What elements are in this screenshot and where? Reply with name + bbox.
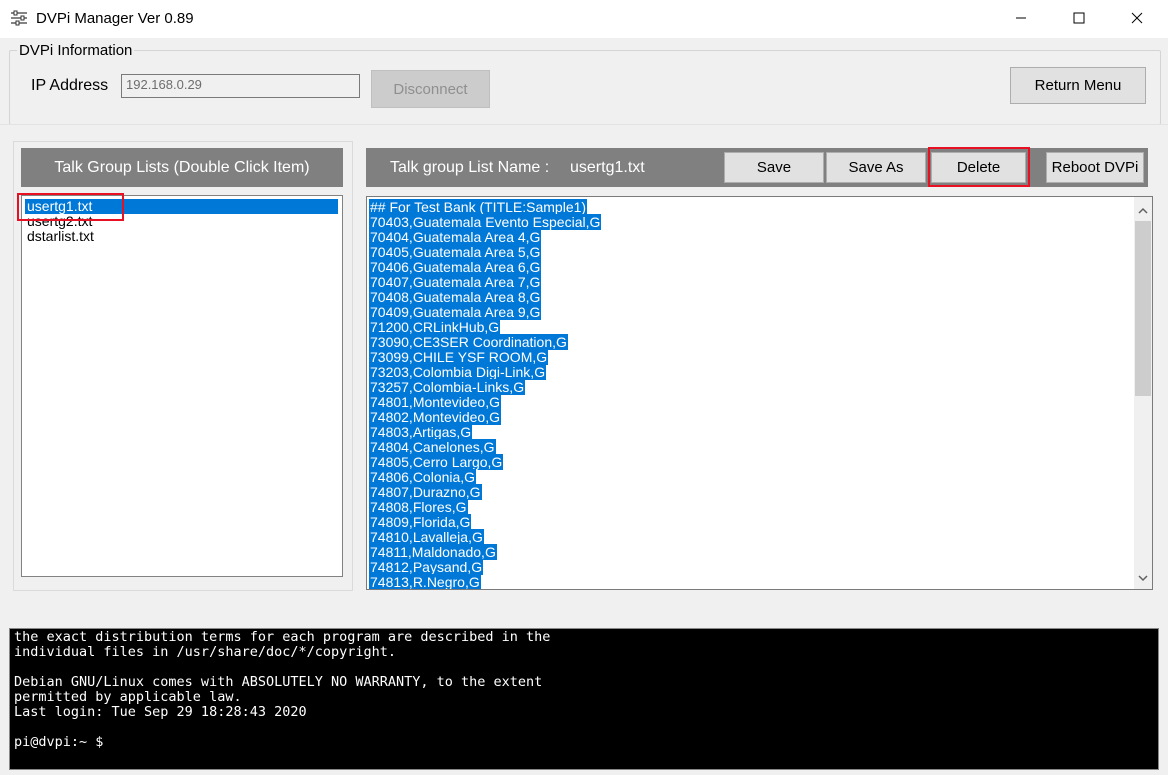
terminal-line: Last login: Tue Sep 29 18:28:43 2020 bbox=[14, 704, 307, 720]
list-name-label: Talk group List Name : bbox=[390, 159, 550, 176]
maximize-icon bbox=[1073, 11, 1085, 28]
disconnect-button[interactable]: Disconnect bbox=[371, 70, 490, 108]
delete-button[interactable]: Delete bbox=[931, 152, 1026, 183]
editor-line: 74810,Lavalleja,G bbox=[369, 529, 601, 545]
editor-line-text: 70404,Guatemala Area 4,G bbox=[369, 229, 542, 245]
dvpi-information-legend: DVPi Information bbox=[17, 42, 135, 59]
divider bbox=[0, 124, 1168, 125]
chevron-down-icon bbox=[1138, 569, 1148, 586]
editor-lines: ## For Test Bank (TITLE:Sample1) 70403,Gu… bbox=[369, 199, 602, 590]
editor-line: 70409,Guatemala Area 9,G bbox=[369, 304, 601, 320]
title-bar: DVPi Manager Ver 0.89 bbox=[0, 0, 1168, 38]
talk-group-file-list[interactable]: usertg1.txt usertg2.txt dstarlist.txt bbox=[21, 195, 343, 577]
editor-line-text: 74809,Florida,G bbox=[369, 514, 472, 530]
editor-line: 74802,Montevideo,G bbox=[369, 409, 601, 425]
terminal-line: individual files in /usr/share/doc/*/cop… bbox=[14, 644, 397, 660]
editor-line: 74813,R.Negro,G bbox=[369, 574, 601, 590]
editor-line: 70406,Guatemala Area 6,G bbox=[369, 259, 601, 275]
editor-line-text: 70403,Guatemala Evento Especial,G bbox=[369, 214, 602, 230]
terminal-line: pi@dvpi:~ $ bbox=[14, 734, 104, 750]
editor-line: 71200,CRLinkHub,G bbox=[369, 319, 601, 335]
editor-line: 74806,Colonia,G bbox=[369, 469, 601, 485]
editor-line-text: 71200,CRLinkHub,G bbox=[369, 319, 501, 335]
talk-group-lists-header: Talk Group Lists (Double Click Item) bbox=[21, 148, 343, 187]
editor-line-text: 70408,Guatemala Area 8,G bbox=[369, 289, 542, 305]
editor-line-text: 74808,Flores,G bbox=[369, 499, 468, 515]
ip-address-field[interactable]: 192.168.0.29 bbox=[121, 74, 360, 98]
editor-line-text: 74806,Colonia,G bbox=[369, 469, 477, 485]
editor-line: 74804,Canelones,G bbox=[369, 439, 601, 455]
editor-line-text: 73203,Colombia Digi-Link,G bbox=[369, 364, 547, 380]
editor-line-text: 73090,CE3SER Coordination,G bbox=[369, 334, 568, 350]
vertical-scrollbar[interactable] bbox=[1134, 197, 1152, 589]
editor-line: 70404,Guatemala Area 4,G bbox=[369, 229, 601, 245]
window-title: DVPi Manager Ver 0.89 bbox=[36, 10, 194, 27]
list-item[interactable]: usertg2.txt bbox=[25, 214, 94, 229]
editor-line-text: 70405,Guatemala Area 5,G bbox=[369, 244, 542, 260]
editor-line: 70403,Guatemala Evento Especial,G bbox=[369, 214, 602, 230]
editor-line: ## For Test Bank (TITLE:Sample1) bbox=[369, 199, 601, 215]
editor-line: 74803,Artigas,G bbox=[369, 424, 601, 440]
list-name-value: usertg1.txt bbox=[570, 159, 645, 176]
editor-line: 73203,Colombia Digi-Link,G bbox=[369, 364, 601, 380]
talk-group-text-editor[interactable]: ## For Test Bank (TITLE:Sample1) 70403,Gu… bbox=[366, 196, 1153, 590]
editor-line: 74812,Paysand,G bbox=[369, 559, 601, 575]
editor-line-text: 74802,Montevideo,G bbox=[369, 409, 501, 425]
list-item[interactable]: dstarlist.txt bbox=[25, 229, 96, 244]
editor-line: 70407,Guatemala Area 7,G bbox=[369, 274, 601, 290]
terminal-line: the exact distribution terms for each pr… bbox=[14, 629, 551, 645]
save-button[interactable]: Save bbox=[724, 152, 824, 183]
close-button[interactable] bbox=[1108, 0, 1166, 38]
editor-line: 74807,Durazno,G bbox=[369, 484, 601, 500]
minimize-button[interactable] bbox=[992, 0, 1050, 38]
editor-line-text: ## For Test Bank (TITLE:Sample1) bbox=[369, 199, 588, 215]
reboot-dvpi-button[interactable]: Reboot DVPi bbox=[1046, 152, 1144, 183]
editor-line-text: 74811,Maldonado,G bbox=[369, 544, 497, 560]
editor-line-text: 70407,Guatemala Area 7,G bbox=[369, 274, 542, 290]
editor-line: 74809,Florida,G bbox=[369, 514, 601, 530]
editor-line: 70408,Guatemala Area 8,G bbox=[369, 289, 601, 305]
editor-line: 74805,Cerro Largo,G bbox=[369, 454, 601, 470]
scroll-up-button[interactable] bbox=[1134, 201, 1152, 217]
editor-line-text: 74807,Durazno,G bbox=[369, 484, 482, 500]
editor-line-text: 74813,R.Negro,G bbox=[369, 574, 481, 590]
editor-line-text: 73257,Colombia-Links,G bbox=[369, 379, 526, 395]
ssh-terminal[interactable]: the exact distribution terms for each pr… bbox=[9, 628, 1159, 770]
maximize-button[interactable] bbox=[1050, 0, 1108, 38]
editor-line-text: 70406,Guatemala Area 6,G bbox=[369, 259, 542, 275]
editor-line: 74811,Maldonado,G bbox=[369, 544, 601, 560]
editor-line: 74801,Montevideo,G bbox=[369, 394, 601, 410]
sliders-icon bbox=[10, 10, 28, 30]
editor-line: 73099,CHILE YSF ROOM,G bbox=[369, 349, 601, 365]
editor-line-text: 70409,Guatemala Area 9,G bbox=[369, 304, 542, 320]
scroll-thumb[interactable] bbox=[1135, 221, 1151, 396]
list-item[interactable]: usertg1.txt bbox=[25, 199, 338, 214]
terminal-line: Debian GNU/Linux comes with ABSOLUTELY N… bbox=[14, 674, 543, 690]
save-as-button[interactable]: Save As bbox=[826, 152, 926, 183]
terminal-line: permitted by applicable law. bbox=[14, 689, 242, 705]
editor-line-text: 74812,Paysand,G bbox=[369, 559, 484, 575]
editor-line-text: 74810,Lavalleja,G bbox=[369, 529, 484, 545]
editor-line: 70405,Guatemala Area 5,G bbox=[369, 244, 601, 260]
editor-line-text: 74805,Cerro Largo,G bbox=[369, 454, 504, 470]
editor-line-text: 74801,Montevideo,G bbox=[369, 394, 501, 410]
editor-line: 74808,Flores,G bbox=[369, 499, 601, 515]
editor-line: 73090,CE3SER Coordination,G bbox=[369, 334, 601, 350]
editor-line-text: 74804,Canelones,G bbox=[369, 439, 496, 455]
editor-line: 73257,Colombia-Links,G bbox=[369, 379, 601, 395]
close-icon bbox=[1131, 11, 1143, 28]
scroll-down-button[interactable] bbox=[1134, 569, 1152, 585]
minimize-icon bbox=[1015, 11, 1027, 28]
chevron-up-icon bbox=[1138, 201, 1148, 218]
editor-line-text: 74803,Artigas,G bbox=[369, 424, 473, 440]
editor-line-text: 73099,CHILE YSF ROOM,G bbox=[369, 349, 549, 365]
ip-address-label: IP Address bbox=[31, 77, 109, 94]
return-menu-button[interactable]: Return Menu bbox=[1010, 67, 1146, 104]
